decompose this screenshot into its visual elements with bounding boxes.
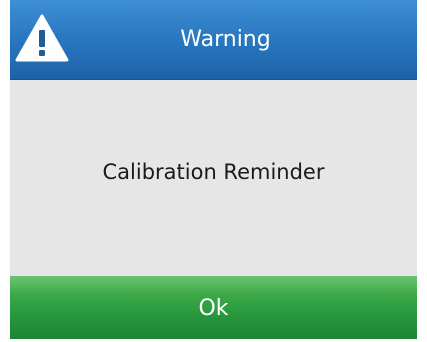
ok-button-label: Ok [198,296,229,321]
dialog-title-bar: Warning [10,0,417,80]
dialog-body: Calibration Reminder [10,80,417,276]
screen: Warning Calibration Reminder Ok [0,0,427,339]
warning-dialog: Warning Calibration Reminder Ok [10,0,417,339]
ok-button[interactable]: Ok [10,276,417,339]
dialog-title: Warning [180,27,271,52]
dialog-message: Calibration Reminder [102,160,325,184]
